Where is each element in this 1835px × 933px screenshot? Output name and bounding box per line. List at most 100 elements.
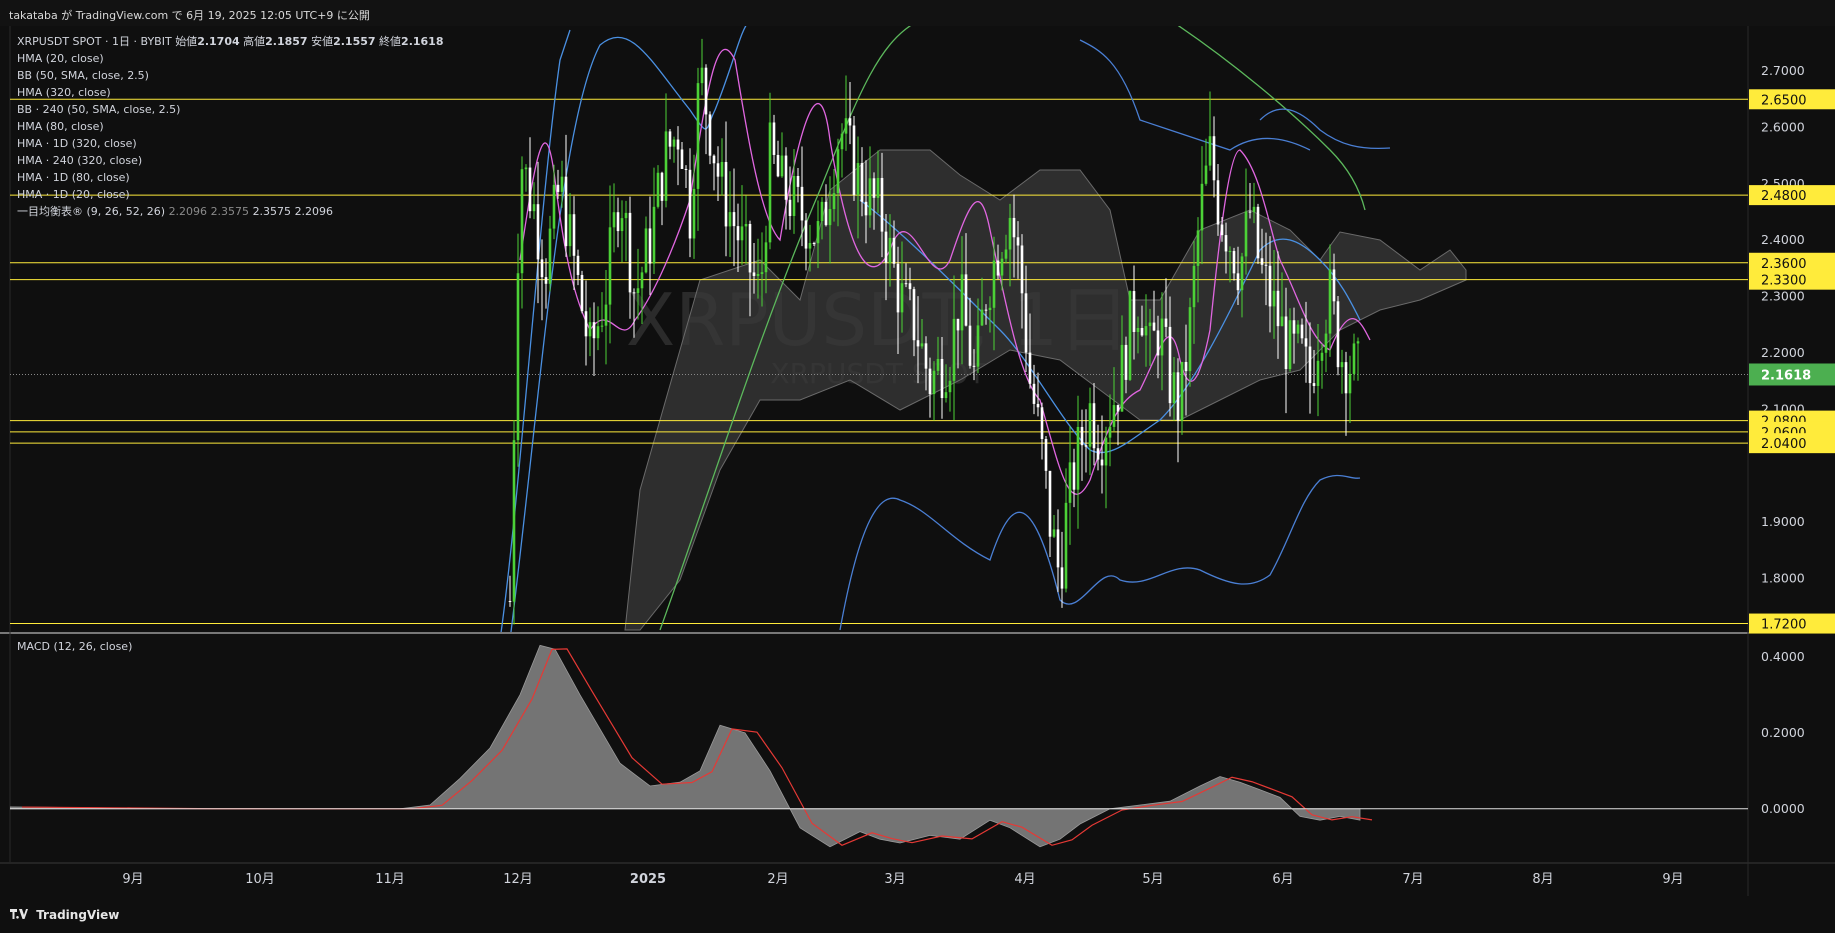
- candle-body: [964, 274, 968, 326]
- candle-body: [1156, 330, 1160, 356]
- candle-body: [1148, 322, 1152, 327]
- price-tick-label: 2.4000: [1761, 232, 1805, 247]
- candle-body: [1140, 327, 1144, 336]
- price-tick-label: 2.6000: [1761, 119, 1805, 134]
- candle-body: [980, 309, 984, 326]
- level-badge-label: 1.7200: [1761, 618, 1807, 633]
- candle-body: [1272, 290, 1276, 307]
- candle-body: [1260, 258, 1264, 265]
- candle-body: [940, 358, 944, 399]
- candle-body: [1120, 344, 1124, 412]
- time-axis-label: 9月: [1662, 872, 1683, 887]
- candle-body: [1048, 470, 1052, 537]
- candle-body: [1100, 459, 1104, 466]
- candle-body: [1052, 529, 1056, 537]
- candle-body: [884, 231, 888, 263]
- indicator-row[interactable]: HMA (80, close): [17, 118, 444, 135]
- candle-body: [1096, 448, 1100, 460]
- candle-body: [832, 193, 836, 210]
- candle-body: [840, 133, 844, 150]
- candle-body: [1192, 265, 1196, 308]
- indicator-row[interactable]: BB · 240 (50, SMA, close, 2.5): [17, 101, 444, 118]
- price-tick-label: 2.2000: [1761, 345, 1805, 360]
- indicator-row[interactable]: HMA (20, close): [17, 50, 444, 67]
- candle-body: [1232, 251, 1236, 274]
- candle-body: [872, 178, 876, 198]
- candle-body: [1068, 462, 1072, 503]
- candle-body: [608, 227, 612, 305]
- open-label: 始値: [175, 35, 198, 48]
- candle-body: [1252, 206, 1256, 212]
- candle-body: [928, 368, 932, 395]
- macd-legend[interactable]: MACD (12, 26, close): [17, 640, 132, 653]
- indicator-row[interactable]: HMA · 1D (80, close): [17, 169, 444, 186]
- candle-body: [1264, 264, 1268, 266]
- level-badge-label: 2.0400: [1761, 437, 1807, 452]
- candle-body: [588, 322, 592, 337]
- candle-body: [1144, 326, 1148, 336]
- candle-body: [1200, 183, 1204, 231]
- indicator-row[interactable]: HMA · 240 (320, close): [17, 152, 444, 169]
- candle-body: [1348, 373, 1352, 394]
- candle-body: [740, 226, 744, 241]
- candle-body: [820, 201, 824, 222]
- time-axis-label: 2月: [767, 872, 788, 887]
- candle-body: [1084, 445, 1088, 447]
- candle-body: [972, 365, 976, 367]
- candle-body: [1268, 265, 1272, 307]
- time-axis-label: 4月: [1014, 872, 1035, 887]
- candle-body: [668, 131, 672, 147]
- footer-brand[interactable]: TradingView: [0, 896, 1835, 933]
- candle-body: [596, 326, 600, 339]
- candle-body: [916, 340, 920, 347]
- time-axis-label: 10月: [245, 872, 275, 887]
- indicator-legend: XRPUSDT SPOT · 1日 · BYBIT 始値2.1704 高値2.1…: [17, 33, 444, 220]
- candle-body: [996, 260, 1000, 276]
- candle-body: [1280, 316, 1284, 327]
- candle-body: [1288, 320, 1292, 370]
- candle-body: [576, 255, 580, 275]
- candle-body: [552, 184, 556, 229]
- low-value: 2.1557: [333, 35, 376, 48]
- candle-body: [688, 169, 692, 239]
- candle-body: [696, 83, 700, 189]
- candle-body: [1172, 372, 1176, 404]
- candle-body: [1352, 343, 1356, 374]
- candle-body: [548, 228, 552, 284]
- candle-body: [708, 114, 712, 156]
- indicator-row[interactable]: HMA · 1D (320, close): [17, 135, 444, 152]
- candle-body: [656, 172, 660, 207]
- candle-body: [516, 273, 520, 441]
- candle-body: [1244, 211, 1248, 257]
- candle-body: [844, 118, 848, 134]
- candle-body: [1012, 217, 1016, 238]
- candle-body: [1004, 249, 1008, 259]
- open-value: 2.1704: [197, 35, 240, 48]
- symbol-row[interactable]: XRPUSDT SPOT · 1日 · BYBIT 始値2.1704 高値2.1…: [17, 33, 444, 50]
- candle-body: [976, 325, 980, 367]
- candle-body: [860, 163, 864, 202]
- candle-body: [1292, 320, 1296, 334]
- tradingview-logo-icon: [10, 908, 28, 922]
- candle-body: [796, 175, 800, 187]
- macd-tick-label: 0.0000: [1761, 801, 1805, 816]
- candle-body: [640, 272, 644, 289]
- candle-body: [908, 283, 912, 290]
- indicator-row[interactable]: BB (50, SMA, close, 2.5): [17, 67, 444, 84]
- indicator-row[interactable]: HMA · 1D (20, close): [17, 186, 444, 203]
- level-badge-label: 2.6500: [1761, 93, 1807, 108]
- candle-body: [896, 263, 900, 313]
- candle-body: [1320, 352, 1324, 361]
- time-axis-label: 2025: [630, 872, 666, 887]
- candle-body: [1108, 426, 1112, 438]
- ichimoku-row[interactable]: 一目均衡表® (9, 26, 52, 26) 2.2096 2.3575 2.3…: [17, 203, 444, 220]
- candle-body: [604, 304, 608, 326]
- candle-body: [748, 223, 752, 273]
- candle-body: [524, 167, 528, 170]
- candle-body: [800, 186, 804, 221]
- level-badge-label: 2.4800: [1761, 189, 1807, 204]
- candle-body: [1228, 251, 1232, 253]
- indicator-row[interactable]: HMA (320, close): [17, 84, 444, 101]
- candle-body: [1168, 326, 1172, 404]
- candle-body: [1300, 324, 1304, 339]
